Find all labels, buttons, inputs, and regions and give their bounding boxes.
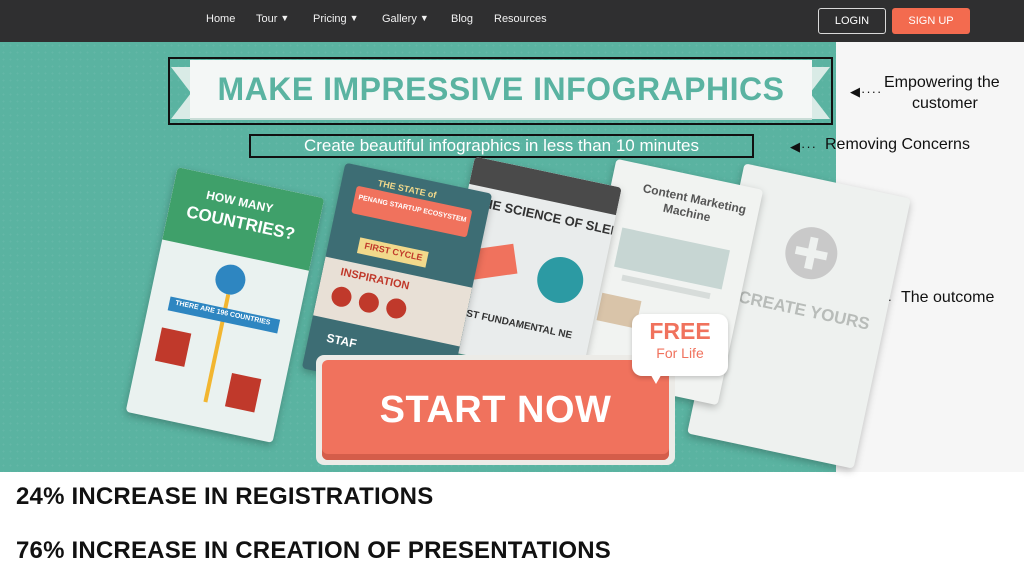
nav-resources-label: Resources [494, 13, 547, 25]
left-arrow-icon: ◀···· [850, 84, 883, 99]
stat-registrations: 24% INCREASE IN REGISTRATIONS [16, 483, 434, 510]
left-arrow-icon: ◀··· [790, 139, 817, 154]
globe-icon [212, 261, 249, 298]
nav-pricing-label: Pricing [313, 13, 347, 25]
sleep-chart [532, 252, 588, 308]
badge-tail [648, 370, 664, 384]
hero-subtitle: Create beautiful infographics in less th… [303, 136, 699, 155]
chevron-down-icon: ▼ [419, 13, 429, 23]
signup-button[interactable]: SIGN UP [892, 8, 970, 34]
badge-for-life-text: For Life [656, 345, 704, 361]
stat-presentations: 76% INCREASE IN CREATION OF PRESENTATION… [16, 537, 611, 564]
annotation-removing-concerns: Removing Concerns [825, 136, 970, 153]
badge-free-text: FREE [649, 318, 711, 344]
headline-highlight-box [168, 57, 833, 125]
start-now-label: START NOW [379, 388, 612, 431]
create-yours-label: CREATE YOURS [736, 287, 872, 334]
nav-gallery-link[interactable]: Gallery ▼ [382, 13, 429, 25]
nav-blog-link[interactable]: Blog [451, 13, 473, 25]
nav-home-link[interactable]: Home [206, 13, 235, 25]
chevron-down-icon: ▼ [280, 13, 290, 23]
annotation-outcome: The outcome [901, 289, 995, 306]
card2-staf-label: STAF [325, 330, 358, 351]
nav-resources-link[interactable]: Resources [494, 13, 547, 25]
page: Home Tour ▼ Pricing ▼ Gallery ▼ Blog Resour… [0, 0, 1024, 570]
nav-pricing-link[interactable]: Pricing ▼ [313, 13, 359, 25]
flag-illustration [154, 327, 192, 367]
annotation-empowering-line2: customer [912, 95, 978, 112]
nav-gallery-label: Gallery [382, 13, 417, 25]
plus-circle-icon [780, 222, 843, 285]
top-navbar: Home Tour ▼ Pricing ▼ Gallery ▼ Blog Resour… [0, 0, 1024, 42]
annotation-empowering-line1: Empowering the [884, 74, 1000, 91]
nav-blog-label: Blog [451, 13, 474, 25]
subtitle-highlight-box: Create beautiful infographics in less th… [249, 134, 754, 158]
card3-caption: MOST FUNDAMENTAL NE [449, 304, 574, 342]
login-button[interactable]: LOGIN [818, 8, 886, 34]
nav-home-label: Home [206, 13, 236, 25]
start-now-button[interactable]: START NOW [322, 360, 669, 460]
nav-tour-label: Tour [256, 13, 278, 25]
flag-illustration [224, 372, 262, 413]
nav-tour-link[interactable]: Tour ▼ [256, 13, 289, 25]
chevron-down-icon: ▼ [349, 13, 359, 23]
first-cycle-tag: FIRST CYCLE [356, 237, 429, 268]
